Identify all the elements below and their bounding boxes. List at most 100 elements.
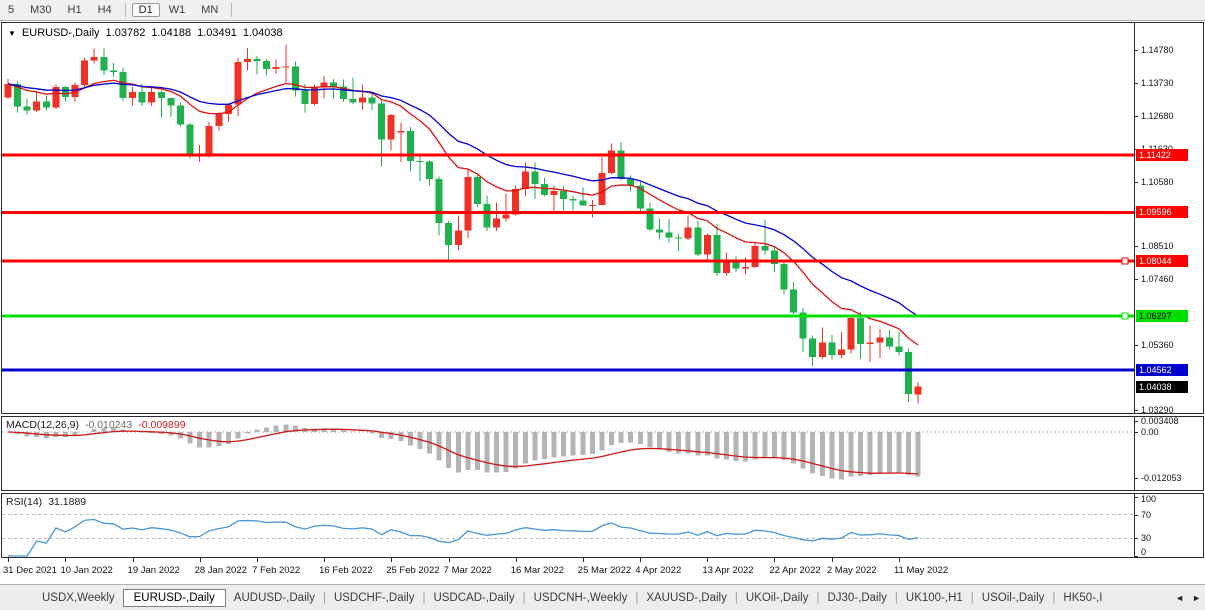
macd-bar <box>532 432 537 461</box>
date-tick-mark <box>774 558 775 562</box>
tab-item-eurusd-daily[interactable]: EURUSD-,Daily <box>123 589 226 607</box>
macd-bar <box>820 432 825 476</box>
macd-bar <box>839 432 844 479</box>
tab-scroll-right-icon[interactable]: ► <box>1192 593 1201 603</box>
macd-bar <box>916 432 921 476</box>
rsi-name: RSI(14) <box>6 496 42 508</box>
macd-tick-label: 0.003408 <box>1141 416 1179 426</box>
price-chart-canvas <box>2 23 1134 413</box>
macd-tick-label: 0.00 <box>1141 427 1159 437</box>
rsi-pane[interactable]: RSI(14) 31.1889 10070300 <box>1 493 1204 558</box>
chart-symbol-label: EURUSD-,Daily <box>22 27 100 39</box>
macd-label: MACD(12,26,9) -0.010243 -0.009899 <box>6 419 186 431</box>
macd-value: -0.010243 <box>85 419 132 431</box>
candle-body <box>455 230 462 245</box>
candle-body <box>177 105 184 124</box>
tab-item-usdcad-daily[interactable]: USDCAD-,Daily <box>425 589 522 607</box>
price-tick-label: 1.07460 <box>1141 274 1174 284</box>
macd-bar <box>906 432 911 475</box>
candle-body <box>780 264 787 290</box>
macd-bar <box>896 432 901 472</box>
macd-tick-mark <box>1134 421 1138 422</box>
line-price-label: 1.09596 <box>1136 206 1188 218</box>
macd-bar <box>590 432 595 454</box>
rsi-tick-mark <box>1134 497 1138 498</box>
tab-item-usdchf-daily[interactable]: USDCHF-,Daily <box>326 589 423 607</box>
line-price-label: 1.06297 <box>1136 310 1188 322</box>
date-tick-mark <box>65 558 66 562</box>
symbol-dropdown-icon[interactable]: ▼ <box>8 29 16 38</box>
tab-item-ukoil-daily[interactable]: UKOil-,Daily <box>738 589 817 607</box>
timeframe-button-m30[interactable]: M30 <box>23 3 58 17</box>
price-tick-mark <box>1134 279 1138 280</box>
date-tick-mark <box>324 558 325 562</box>
rsi-value: 31.1889 <box>48 496 86 508</box>
price-tick-label: 1.03290 <box>1141 405 1174 415</box>
macd-bar <box>762 432 767 458</box>
date-tick-label: 19 Jan 2022 <box>128 565 180 576</box>
macd-bar <box>245 432 250 433</box>
tab-item-xauusd-daily[interactable]: XAUUSD-,Daily <box>638 589 735 607</box>
rsi-tick-mark <box>1134 556 1138 557</box>
line-price-label: 1.11422 <box>1136 149 1188 161</box>
candle-body <box>273 67 280 69</box>
candle-body <box>503 214 510 218</box>
tab-scroll-arrows: ◄► <box>1175 593 1201 603</box>
tab-item-usdx-weekly[interactable]: USDX,Weekly <box>34 589 123 607</box>
main-chart-pane[interactable]: ▼ EURUSD-,Daily 1.03782 1.04188 1.03491 … <box>1 22 1204 414</box>
macd-bar <box>475 432 480 470</box>
candle-body <box>33 101 40 110</box>
candle-body <box>369 97 376 103</box>
ohlc-open: 1.03782 <box>106 27 146 39</box>
toolbar-separator <box>231 3 232 17</box>
candle-body <box>742 267 749 269</box>
candle-body <box>512 189 519 215</box>
price-tick-label: 1.13730 <box>1141 78 1174 88</box>
macd-name: MACD(12,26,9) <box>6 419 79 431</box>
tab-item-usdcnh-weekly[interactable]: USDCNH-,Weekly <box>526 589 636 607</box>
line-price-label: 1.04562 <box>1136 364 1188 376</box>
candle-body <box>445 223 452 245</box>
candle-body <box>254 59 261 61</box>
timeframe-button-h1[interactable]: H1 <box>61 3 89 17</box>
candle-body <box>867 342 874 344</box>
candle-body <box>436 179 443 223</box>
timeframe-button-w1[interactable]: W1 <box>162 3 193 17</box>
tab-item-usoil-daily[interactable]: USOil-,Daily <box>974 589 1053 607</box>
time-axis[interactable]: 31 Dec 202110 Jan 202219 Jan 202228 Jan … <box>0 558 1205 584</box>
candle-body <box>704 235 711 254</box>
candle-body <box>819 342 826 357</box>
timeframe-button-5[interactable]: 5 <box>1 3 21 17</box>
macd-bar <box>513 432 518 468</box>
date-tick-label: 4 Apr 2022 <box>635 565 681 576</box>
line-handle[interactable] <box>1122 313 1128 319</box>
candle-body <box>656 230 663 233</box>
tab-item-audusd-daily[interactable]: AUDUSD-,Daily <box>226 589 323 607</box>
chart-title: ▼ EURUSD-,Daily 1.03782 1.04188 1.03491 … <box>8 27 283 39</box>
candle-body <box>378 104 385 140</box>
macd-bar <box>772 432 777 458</box>
candle-body <box>598 173 605 205</box>
candle-body <box>139 92 146 103</box>
candle-body <box>752 246 759 267</box>
tab-item-dj30-daily[interactable]: DJ30-,Daily <box>819 589 894 607</box>
macd-bar <box>580 432 585 455</box>
date-tick-label: 25 Feb 2022 <box>386 565 439 576</box>
date-tick-label: 7 Mar 2022 <box>444 565 492 576</box>
candle-body <box>895 347 902 352</box>
tab-item-hk50-i[interactable]: HK50-,I <box>1055 589 1110 607</box>
macd-bar <box>264 427 269 432</box>
candle-body <box>551 191 558 195</box>
candle-body <box>244 59 251 62</box>
timeframe-button-mn[interactable]: MN <box>194 3 225 17</box>
timeframe-button-h4[interactable]: H4 <box>91 3 119 17</box>
tab-item-uk100-h1[interactable]: UK100-,H1 <box>898 589 971 607</box>
date-tick-mark <box>832 558 833 562</box>
macd-bar <box>197 432 202 447</box>
line-handle[interactable] <box>1122 258 1128 264</box>
tab-scroll-left-icon[interactable]: ◄ <box>1175 593 1184 603</box>
ohlc-high: 1.04188 <box>151 27 191 39</box>
macd-pane[interactable]: MACD(12,26,9) -0.010243 -0.009899 0.0034… <box>1 416 1204 491</box>
timeframe-button-d1[interactable]: D1 <box>132 3 160 17</box>
date-tick-label: 28 Jan 2022 <box>195 565 247 576</box>
